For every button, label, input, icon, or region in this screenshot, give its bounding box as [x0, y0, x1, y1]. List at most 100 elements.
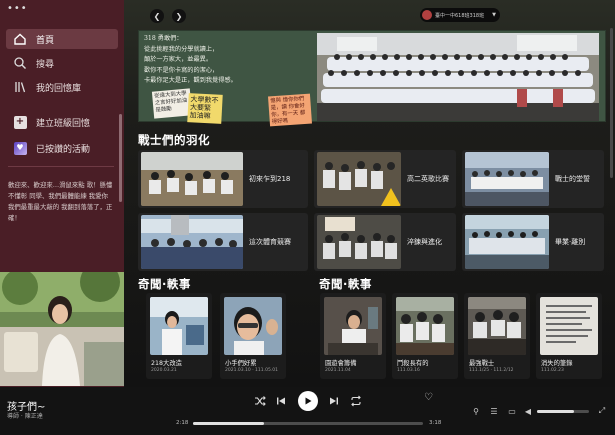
sidebar-item-liked[interactable]: ♥ 已按讚的活動 [6, 138, 118, 158]
album-card[interactable]: 高二英歌比賽 [314, 150, 456, 208]
story-date: 111.02.23 [541, 368, 564, 373]
forward-button[interactable]: ❯ [172, 9, 186, 23]
repeat-icon [351, 395, 361, 407]
main-scrollbar[interactable] [610, 28, 613, 178]
story-date: 2020.03.21 [151, 368, 177, 373]
section-title: 奇聞·軼事 [138, 277, 191, 291]
main-content: ❮ ❯ 臺中一中618班318班 ▼ 318 勇敢們： 從此挑輕我的分學就讀上，… [124, 0, 615, 387]
queue-button[interactable]: ☰ [489, 406, 499, 416]
sidebar-item-library[interactable]: 我的回憶庫 [6, 77, 118, 97]
story-thumbnail [324, 297, 382, 355]
sticky-note: 大學數不 大要緊 加油嘛 [187, 93, 223, 124]
album-card[interactable]: 這次體育競賽 [138, 213, 308, 271]
back-button[interactable]: ❮ [150, 9, 164, 23]
queue-icon: ☰ [490, 406, 498, 416]
album-thumbnail [317, 215, 401, 269]
shuffle-icon [255, 396, 266, 406]
story-date: 111.03.16 [397, 368, 420, 373]
album-card[interactable]: 初來乍到218 [138, 150, 308, 208]
story-thumbnail [468, 297, 526, 355]
device-icon: ▭ [508, 406, 516, 416]
story-date: 2021.03.10 · 111.05.01 [225, 368, 278, 373]
now-playing-artist[interactable]: 導師 · 陳正達 [7, 411, 43, 420]
volume-slider[interactable] [537, 410, 589, 413]
volume-button[interactable]: ◀ [523, 406, 533, 416]
previous-button[interactable] [274, 394, 288, 408]
album-thumbnail [465, 152, 549, 206]
section-title: 奇聞·軼事 [319, 277, 372, 291]
album-thumbnail [141, 215, 243, 269]
story-title: 218大改造 [151, 360, 182, 367]
sidebar-item-home[interactable]: 首頁 [6, 29, 118, 49]
album-title: 高二英歌比賽 [407, 175, 449, 183]
progress-bar[interactable] [193, 422, 423, 425]
sidebar-item-label: 首頁 [36, 35, 55, 46]
story-tile[interactable]: 218大改造 2020.03.21 [146, 293, 212, 379]
section-title: 戰士們的羽化 [138, 133, 210, 147]
sidebar-note: 歡迎來、歡迎來…滑鼠來點 歌！懸懂不懂彰 同學、我們最體能練 我愛你我們最重最大… [8, 181, 113, 222]
banner-poem: 318 勇敢們： 從此挑輕我的分學就讀上， 顛於一方家大，並最異。 歡你不是你卡… [144, 35, 237, 84]
plus-icon: + [13, 115, 27, 129]
sidebar-item-create[interactable]: + 建立班級回憶 [6, 112, 118, 132]
banner: 318 勇敢們： 從此挑輕我的分學就讀上， 顛於一方家大，並最異。 歡你不是你卡… [138, 30, 606, 127]
search-icon [12, 55, 28, 71]
story-date: 2021.11.04 [325, 368, 351, 373]
story-title: 鬥殺長有的 [397, 360, 429, 367]
story-tile[interactable]: 小手們好累 2021.03.10 · 111.05.01 [220, 293, 286, 379]
story-tile[interactable]: 鬥殺長有的 111.03.16 [392, 293, 458, 379]
sticky-note: 從遠大到大學 之言好好加油 是鼓勵 [151, 88, 193, 119]
album-card[interactable]: 畢業·離別 [462, 213, 604, 271]
progress-fill [193, 422, 265, 425]
story-date: 111.1/25 · 111.2/12 [469, 368, 514, 373]
window-menu-icon[interactable]: ••• [7, 3, 28, 14]
album-thumbnail [465, 215, 549, 269]
story-tile[interactable]: 消失的筆錄 111.02.23 [536, 293, 602, 379]
story-thumbnail [224, 297, 282, 355]
heart-icon: ♥ [13, 141, 27, 155]
album-title: 畢業·離別 [555, 238, 586, 246]
fullscreen-button[interactable]: ⤢ [597, 406, 607, 416]
avatar [422, 10, 432, 20]
sidebar-scrollbar[interactable] [119, 114, 122, 202]
album-title: 初來乍到218 [249, 175, 291, 183]
sidebar-item-label: 已按讚的活動 [36, 144, 91, 155]
lyrics-button[interactable]: ⚲ [471, 406, 481, 416]
sticky-note: 憶與 憶你你們是，讀 你會好你，有一天 都得好嗎 [268, 93, 312, 127]
play-button[interactable] [298, 391, 318, 411]
story-title: 小手們好累 [225, 360, 257, 367]
fullscreen-icon: ⤢ [598, 406, 606, 415]
album-title: 戰士的堂誓 [555, 175, 590, 183]
like-button[interactable]: ♡ [424, 392, 433, 403]
sidebar-item-search[interactable]: 搜尋 [6, 53, 118, 73]
microphone-icon: ⚲ [473, 406, 479, 416]
total-time: 3:18 [429, 420, 442, 426]
album-card[interactable]: 戰士的堂誓 [462, 150, 604, 208]
album-thumbnail [317, 152, 401, 206]
story-thumbnail [396, 297, 454, 355]
sidebar-item-label: 建立班級回憶 [36, 118, 91, 129]
next-button[interactable] [327, 394, 341, 408]
heart-icon: ♡ [424, 392, 433, 403]
user-name: 臺中一中618班318班 [435, 12, 485, 19]
device-button[interactable]: ▭ [507, 406, 517, 416]
album-title: 這次體育競賽 [249, 238, 291, 246]
repeat-button[interactable] [349, 394, 363, 408]
story-title: 消失的筆錄 [541, 360, 573, 367]
volume-fill [537, 410, 575, 413]
home-icon [12, 31, 28, 47]
shuffle-button[interactable] [253, 394, 267, 408]
skip-back-icon [277, 397, 285, 405]
chevron-down-icon: ▼ [492, 12, 496, 18]
user-menu-button[interactable]: 臺中一中618班318班 ▼ [420, 8, 500, 22]
now-playing-artwork[interactable] [0, 272, 124, 386]
album-card[interactable]: 淬鍊與進化 [314, 213, 456, 271]
sidebar-item-label: 搜尋 [36, 59, 55, 70]
album-title: 淬鍊與進化 [407, 238, 442, 246]
chevron-left-icon: ❮ [153, 11, 161, 21]
story-tile[interactable]: 園遊會籌備 2021.11.04 [320, 293, 386, 379]
volume-icon: ◀ [524, 406, 532, 416]
story-title: 最強戰士 [469, 360, 495, 367]
story-thumbnail [150, 297, 208, 355]
story-tile[interactable]: 最強戰士 111.1/25 · 111.2/12 [464, 293, 530, 379]
sidebar-item-label: 我的回憶庫 [36, 83, 82, 94]
